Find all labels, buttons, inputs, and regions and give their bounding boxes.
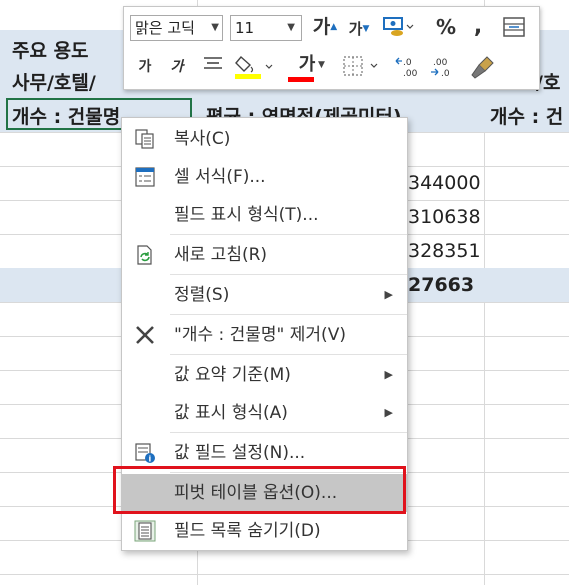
menu-item-summarize-values-by[interactable]: 값 요약 기준(M) ▶ bbox=[122, 356, 407, 394]
percent-style-button[interactable]: % bbox=[434, 15, 458, 41]
menu-item-label: 값 표시 형식(A) bbox=[174, 403, 288, 423]
table-format-icon bbox=[503, 17, 525, 37]
font-color-swatch bbox=[288, 77, 314, 82]
chevron-down-icon: ▼ bbox=[211, 22, 219, 33]
menu-item-hide-field-list[interactable]: 필드 목록 숨기기(D) bbox=[122, 512, 407, 550]
menu-separator bbox=[170, 314, 407, 315]
menu-separator bbox=[170, 274, 407, 275]
submenu-arrow-icon: ▶ bbox=[384, 368, 393, 381]
menu-item-remove-field[interactable]: "개수 : 건물명" 제거(V) bbox=[122, 316, 407, 354]
menu-item-format-cells[interactable]: 셀 서식(F)... bbox=[122, 158, 407, 196]
decrease-decimal-button[interactable]: .00 .0 bbox=[430, 55, 460, 81]
remove-icon bbox=[136, 326, 154, 344]
pivot-header-count-building-2[interactable]: 개수 : 건 bbox=[490, 102, 563, 129]
italic-button[interactable]: 가 bbox=[166, 55, 188, 81]
font-name-dropdown[interactable]: 맑은 고딕 ▼ bbox=[130, 15, 223, 41]
field-list-icon bbox=[134, 520, 156, 542]
format-painter-table-button[interactable] bbox=[500, 16, 528, 42]
comma-style-button[interactable]: , bbox=[466, 15, 490, 41]
menu-item-number-format[interactable]: 필드 표시 형식(T)... bbox=[122, 196, 407, 234]
menu-item-label: "개수 : 건물명" 제거(V) bbox=[174, 325, 346, 345]
font-size-dropdown[interactable]: 11 ▼ bbox=[230, 15, 302, 41]
refresh-icon bbox=[137, 245, 152, 265]
menu-item-label: 새로 고침(R) bbox=[174, 245, 268, 265]
svg-text:.00: .00 bbox=[433, 58, 448, 68]
row-label-primary-use[interactable]: 주요 용도 bbox=[12, 36, 89, 63]
menu-item-label: 값 요약 기준(M) bbox=[174, 365, 291, 385]
menu-separator bbox=[170, 354, 407, 355]
svg-text:.0: .0 bbox=[441, 69, 450, 79]
font-size-value: 11 bbox=[235, 19, 255, 37]
grow-font-button[interactable]: 가▲ bbox=[312, 15, 338, 41]
fill-color-button[interactable] bbox=[232, 53, 276, 79]
decrease-decimal-icon: .00 .0 bbox=[431, 58, 450, 79]
menu-separator bbox=[170, 234, 407, 235]
submenu-arrow-icon: ▶ bbox=[384, 406, 393, 419]
borders-button[interactable] bbox=[340, 55, 384, 81]
menu-separator bbox=[170, 432, 407, 433]
mini-toolbar: 맑은 고딕 ▼ 11 ▼ 가▲ 가▼ % , 가 가 가 ▼ .0 .00 .0… bbox=[123, 6, 540, 90]
submenu-arrow-icon: ▶ bbox=[384, 288, 393, 301]
format-cells-icon bbox=[135, 167, 155, 187]
grand-total-value[interactable]: 27663 bbox=[408, 274, 474, 296]
menu-item-copy[interactable]: 복사(C) bbox=[122, 120, 407, 158]
increase-decimal-button[interactable]: .0 .00 bbox=[394, 55, 424, 81]
chevron-down-icon: ▼ bbox=[318, 60, 325, 70]
cell-value[interactable]: 344000 bbox=[408, 172, 481, 194]
menu-item-refresh[interactable]: 새로 고침(R) bbox=[122, 236, 407, 274]
accounting-format-button[interactable] bbox=[380, 15, 416, 41]
copy-icon bbox=[135, 129, 154, 149]
shrink-font-label: 가 bbox=[348, 20, 363, 38]
fill-color-icon bbox=[235, 55, 273, 79]
row-label-office-hotel[interactable]: 사무/호텔/ bbox=[12, 68, 96, 95]
increase-decimal-icon: .0 .00 bbox=[395, 57, 418, 79]
align-center-button[interactable] bbox=[200, 55, 226, 81]
cell-value[interactable]: 328351 bbox=[408, 240, 481, 262]
shrink-font-button[interactable]: 가▼ bbox=[346, 17, 372, 43]
cell-value[interactable]: 310638 bbox=[408, 206, 481, 228]
align-center-icon bbox=[204, 57, 222, 69]
menu-item-label: 필드 목록 숨기기(D) bbox=[174, 521, 321, 541]
menu-item-label: 복사(C) bbox=[174, 129, 231, 149]
font-color-letter: 가 bbox=[298, 54, 316, 75]
grid-line bbox=[0, 574, 569, 575]
field-settings-icon: i bbox=[135, 443, 155, 464]
svg-text:i: i bbox=[149, 455, 152, 464]
svg-text:.0: .0 bbox=[403, 58, 412, 68]
menu-item-label: 정렬(S) bbox=[174, 285, 230, 305]
menu-item-show-values-as[interactable]: 값 표시 형식(A) ▶ bbox=[122, 394, 407, 432]
chevron-down-icon: ▼ bbox=[287, 22, 295, 33]
borders-icon bbox=[343, 56, 378, 76]
grow-font-label: 가 bbox=[312, 16, 331, 38]
paintbrush-icon bbox=[471, 56, 494, 79]
bold-button[interactable]: 가 bbox=[134, 55, 156, 81]
accounting-icon bbox=[383, 17, 414, 36]
menu-item-label: 필드 표시 형식(T)... bbox=[174, 205, 319, 225]
font-color-button[interactable]: 가 ▼ bbox=[284, 53, 330, 82]
menu-item-sort[interactable]: 정렬(S) ▶ bbox=[122, 276, 407, 314]
menu-item-label: 셀 서식(F)... bbox=[174, 167, 266, 187]
annotation-highlight-box bbox=[113, 466, 406, 514]
format-painter-button[interactable] bbox=[468, 53, 498, 79]
font-name-value: 맑은 고딕 bbox=[135, 19, 195, 37]
svg-text:.00: .00 bbox=[403, 69, 418, 79]
